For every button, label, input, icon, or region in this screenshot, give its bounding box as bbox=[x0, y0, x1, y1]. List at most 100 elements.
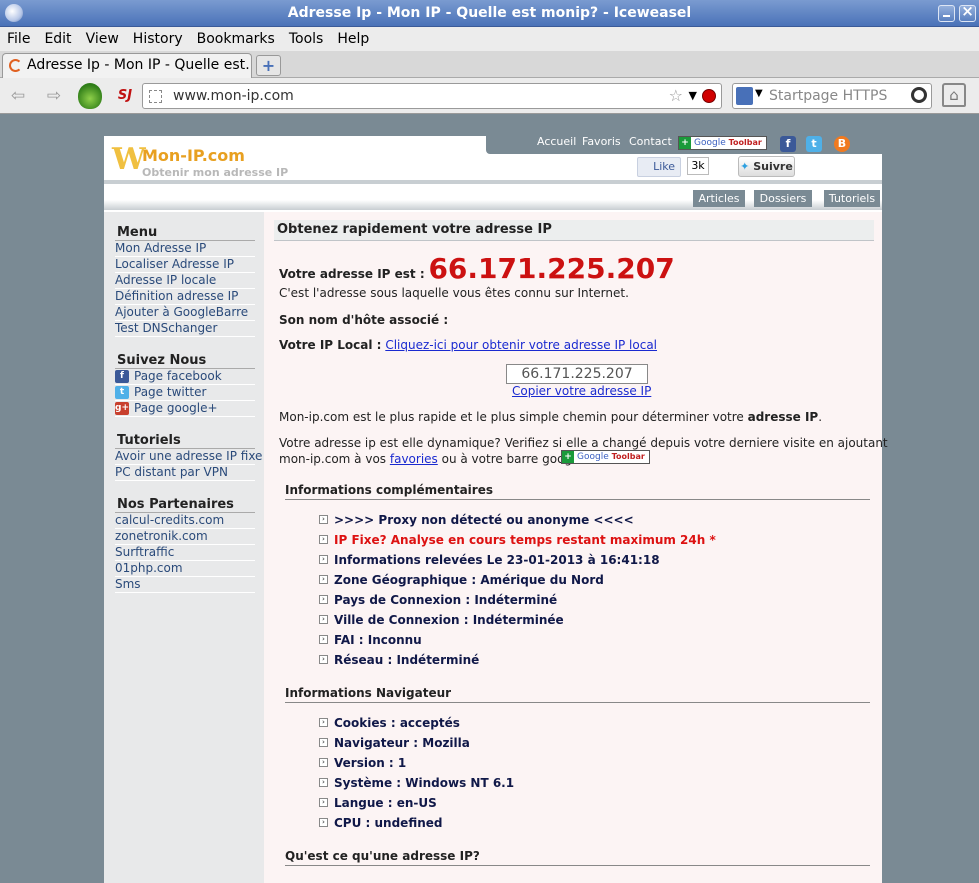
close-window-button[interactable] bbox=[959, 3, 976, 22]
bullet-arrow-icon: › bbox=[319, 818, 328, 827]
menu-bar: File Edit View History Bookmarks Tools Help bbox=[0, 27, 979, 51]
search-bar[interactable]: ▼ Startpage HTTPS bbox=[732, 83, 932, 109]
google-toolbar-button[interactable]: + Google Toolbar bbox=[678, 136, 767, 150]
sidebar-heading: Nos Partenaires bbox=[115, 497, 255, 513]
stop-record-icon[interactable] bbox=[702, 89, 716, 103]
like-button[interactable]: Like bbox=[637, 157, 681, 177]
sidebar-item-dnschanger[interactable]: Test DNSchanger bbox=[115, 321, 255, 337]
sidebar-partners-section: Nos Partenaires calcul-credits.com zonet… bbox=[115, 497, 255, 593]
twitter-follow-button[interactable]: ✦ Suivre bbox=[738, 156, 795, 177]
menu-help[interactable]: Help bbox=[330, 27, 376, 51]
bullet-arrow-icon: › bbox=[319, 778, 328, 787]
sidebar-item-googleplus[interactable]: g+ Page google+ bbox=[115, 401, 255, 417]
favories-link[interactable]: favories bbox=[390, 452, 438, 466]
bullet-arrow-icon: › bbox=[319, 515, 328, 524]
page-container: W Mon-IP.com Obtenir mon adresse IP Accu… bbox=[104, 136, 888, 883]
info-item: › Navigateur : Mozilla bbox=[319, 733, 514, 753]
sidebar-heading: Menu bbox=[115, 225, 255, 241]
new-tab-button[interactable]: + bbox=[256, 55, 281, 76]
menu-file[interactable]: File bbox=[0, 27, 37, 51]
sidebar-menu-section: Menu Mon Adresse IP Localiser Adresse IP… bbox=[115, 225, 255, 337]
window-title: Adresse Ip - Mon IP - Quelle est monip? … bbox=[287, 5, 692, 21]
minimize-button[interactable] bbox=[938, 5, 955, 22]
back-arrow-icon[interactable]: ⇦ bbox=[6, 84, 30, 108]
top-navigation: Accueil Favoris Contact + Google Toolbar … bbox=[486, 136, 882, 154]
info-item: › Système : Windows NT 6.1 bbox=[319, 773, 514, 793]
bullet-arrow-icon: › bbox=[319, 798, 328, 807]
sidebar-item-ip-locale[interactable]: Adresse IP locale bbox=[115, 273, 255, 289]
twitter-icon[interactable]: t bbox=[806, 136, 822, 152]
bullet-arrow-icon: › bbox=[319, 555, 328, 564]
hostname-label: Son nom d'hôte associé : bbox=[279, 313, 449, 327]
sidebar-item-vpn[interactable]: PC distant par VPN bbox=[115, 465, 255, 481]
scriptjack-icon[interactable]: SJ bbox=[113, 84, 137, 108]
logo-name: Mon-IP.com bbox=[142, 146, 245, 165]
bullet-arrow-icon: › bbox=[319, 595, 328, 604]
info-item: › Ville de Connexion : Indéterminée bbox=[319, 610, 716, 630]
like-count: 3k bbox=[687, 157, 709, 175]
url-text[interactable]: www.mon-ip.com bbox=[173, 84, 294, 108]
url-dropdown-icon[interactable]: ▼ bbox=[689, 85, 697, 107]
search-icon[interactable] bbox=[911, 87, 927, 103]
tab-active[interactable]: Adresse Ip - Mon IP - Quelle est… bbox=[2, 53, 252, 78]
ip-copy-field[interactable]: 66.171.225.207 bbox=[506, 364, 648, 384]
local-ip-label: Votre IP Local : bbox=[279, 338, 382, 352]
facebook-icon[interactable]: f bbox=[780, 136, 796, 152]
bookmark-star-icon[interactable]: ☆ bbox=[669, 86, 683, 105]
dynamic-text-line2: mon-ip.com à vos favories ou à votre bar… bbox=[279, 452, 583, 466]
sidebar-item-facebook[interactable]: f Page facebook bbox=[115, 369, 255, 385]
local-ip-link[interactable]: Cliquez-ici pour obtenir votre adresse I… bbox=[385, 338, 657, 352]
info-item: › IP Fixe? Analyse en cours temps restant… bbox=[319, 530, 716, 550]
info-item: › Langue : en-US bbox=[319, 793, 514, 813]
browser-info-list: › Cookies : acceptés › Navigateur : Mozilla… bbox=[319, 713, 514, 833]
address-bar[interactable]: www.mon-ip.com ☆ ▼ bbox=[142, 83, 722, 109]
search-engine-dropdown-icon[interactable]: ▼ bbox=[755, 88, 763, 99]
site-identity-icon[interactable] bbox=[149, 90, 162, 103]
sidebar-item-localiser[interactable]: Localiser Adresse IP bbox=[115, 257, 255, 273]
blogger-icon[interactable]: B bbox=[834, 136, 850, 152]
menu-tools[interactable]: Tools bbox=[282, 27, 331, 51]
google-toolbar-button-inline[interactable]: + Google Toolbar bbox=[561, 450, 650, 464]
search-input[interactable]: Startpage HTTPS bbox=[769, 84, 887, 108]
menu-view[interactable]: View bbox=[79, 27, 126, 51]
local-ip-row: Votre IP Local : Cliquez-ici pour obteni… bbox=[279, 337, 657, 353]
sidebar-item-ip-fixe[interactable]: Avoir une adresse IP fixe bbox=[115, 449, 262, 465]
torbutton-onion-icon[interactable] bbox=[78, 83, 102, 109]
fastest-text: Mon-ip.com est le plus rapide et le plus… bbox=[279, 410, 823, 424]
browser-section-heading: Informations Navigateur bbox=[285, 685, 870, 703]
ip-address-value: 66.171.225.207 bbox=[428, 252, 675, 285]
sidebar-tutorials-section: Tutoriels Avoir une adresse IP fixe PC d… bbox=[115, 433, 262, 481]
link-favoris[interactable]: Favoris bbox=[582, 136, 621, 148]
navigation-toolbar: ⇦ ⇨ SJ www.mon-ip.com ☆ ▼ ▼ Startpage HT… bbox=[0, 78, 979, 114]
sidebar-item-mon-adresse-ip[interactable]: Mon Adresse IP bbox=[115, 241, 255, 257]
menu-bookmarks[interactable]: Bookmarks bbox=[190, 27, 282, 51]
sidebar-follow-section: Suivez Nous f Page facebook t Page twitter… bbox=[115, 353, 255, 417]
nav-articles[interactable]: Articles bbox=[693, 190, 745, 207]
tab-label: Adresse Ip - Mon IP - Quelle est… bbox=[27, 57, 252, 73]
copy-ip-link[interactable]: Copier votre adresse IP bbox=[512, 384, 651, 398]
menu-history[interactable]: History bbox=[126, 27, 190, 51]
sidebar-item-partner[interactable]: 01php.com bbox=[115, 561, 255, 577]
sidebar-heading: Suivez Nous bbox=[115, 353, 255, 369]
nav-tutoriels[interactable]: Tutoriels bbox=[824, 190, 880, 207]
menu-edit[interactable]: Edit bbox=[37, 27, 78, 51]
sidebar-item-partner[interactable]: calcul-credits.com bbox=[115, 513, 255, 529]
ip-description: C'est l'adresse sous laquelle vous êtes … bbox=[279, 286, 629, 300]
nav-dossiers[interactable]: Dossiers bbox=[754, 190, 812, 207]
sidebar-item-twitter[interactable]: t Page twitter bbox=[115, 385, 255, 401]
facebook-icon: f bbox=[115, 370, 129, 383]
search-engine-icon[interactable] bbox=[736, 87, 753, 105]
link-accueil[interactable]: Accueil bbox=[537, 136, 576, 148]
info-item: › >>>> Proxy non détecté ou anonyme <<<< bbox=[319, 510, 716, 530]
main-content: Obtenez rapidement votre adresse IP Votr… bbox=[264, 212, 888, 883]
sidebar-item-partner[interactable]: Surftraffic bbox=[115, 545, 255, 561]
sidebar-item-partner[interactable]: Sms bbox=[115, 577, 255, 593]
forward-arrow-icon[interactable]: ⇨ bbox=[42, 84, 66, 108]
sidebar-item-googlebarre[interactable]: Ajouter à GoogleBarre bbox=[115, 305, 255, 321]
bullet-arrow-icon: › bbox=[319, 738, 328, 747]
sidebar-item-partner[interactable]: zonetronik.com bbox=[115, 529, 255, 545]
home-icon[interactable]: ⌂ bbox=[942, 83, 966, 107]
sidebar-item-definition[interactable]: Définition adresse IP bbox=[115, 289, 255, 305]
window-menu-icon[interactable] bbox=[5, 4, 23, 22]
link-contact[interactable]: Contact bbox=[629, 136, 672, 148]
